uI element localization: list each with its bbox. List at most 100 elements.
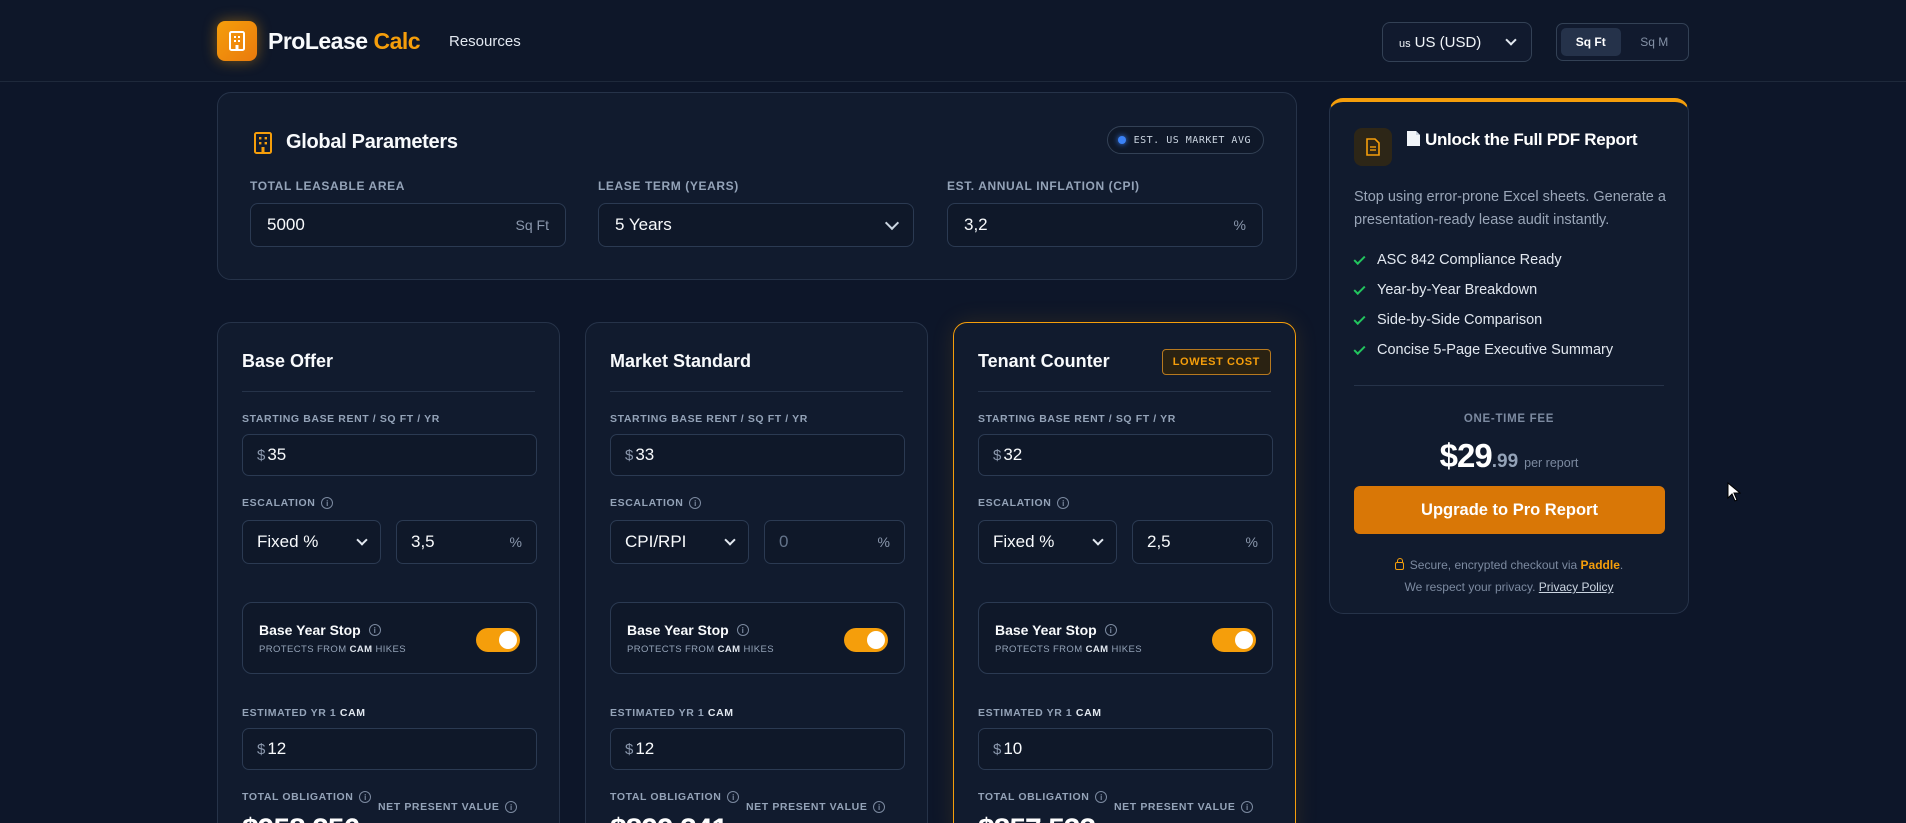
base-year-stop-toggle[interactable] [844,628,888,652]
page-icon [1407,131,1420,146]
info-icon[interactable]: i [1095,791,1108,803]
cam-label: ESTIMATED YR 1 CAM [610,707,734,719]
base-year-stop-box: Base Year Stop i PROTECTS FROM CAM HIKES [242,602,537,674]
cpi-input[interactable]: 3,2% [947,203,1263,247]
starting-rent-input[interactable]: $32 [978,434,1273,476]
lowest-cost-badge: LOWEST COST [1161,349,1271,375]
us-flag-icon: us [1399,37,1411,50]
cam-input[interactable]: $12 [242,728,537,770]
area-input[interactable]: 5000 Sq Ft [250,203,566,247]
info-icon[interactable]: i [505,801,518,813]
total-obligation-value: $857,533 [978,813,1096,823]
chevron-down-icon [1092,534,1104,546]
divider [1354,385,1664,386]
total-obligation-value: $899,341 [610,813,728,823]
feature-item: Concise 5-Page Executive Summary [1353,342,1613,358]
base-year-stop-title: Base Year Stop i [995,622,1117,638]
check-icon [1353,312,1366,325]
area-label: TOTAL LEASABLE AREA [250,179,405,193]
check-icon [1353,252,1366,265]
privacy-policy-link[interactable]: Privacy Policy [1539,580,1614,594]
unit-sqm-button[interactable]: Sq M [1625,28,1685,56]
info-icon[interactable]: i [1057,497,1070,509]
npv-label: NET PRESENT VALUE i [378,801,518,813]
starting-rent-input[interactable]: $35 [242,434,537,476]
chevron-down-icon [884,215,900,230]
cam-label: ESTIMATED YR 1 CAM [242,707,366,719]
unit-sqft-button[interactable]: Sq Ft [1561,28,1621,56]
info-icon[interactable]: i [736,624,749,636]
escalation-label: ESCALATION i [610,497,702,509]
building-icon [254,132,272,154]
offer-title: Base Offer [242,351,334,371]
pdf-upsell-panel: Unlock the Full PDF Report Stop using er… [1329,98,1689,614]
brand-name[interactable]: ProLease Calc [268,28,421,55]
base-year-stop-title: Base Year Stop i [259,622,381,638]
upgrade-button[interactable]: Upgrade to Pro Report [1354,486,1665,534]
toggle-knob [867,631,885,649]
escalation-type-select[interactable]: Fixed % [242,520,381,564]
info-icon[interactable]: i [368,624,381,636]
npv-label: NET PRESENT VALUE i [1114,801,1254,813]
npv-label: NET PRESENT VALUE i [746,801,886,813]
escalation-type-select[interactable]: CPI/RPI [610,520,749,564]
info-icon[interactable]: i [321,497,334,509]
base-year-stop-title: Base Year Stop i [627,622,749,638]
chevron-down-icon [1505,34,1517,46]
currency-select[interactable]: us US (USD) [1382,22,1532,62]
top-header: ProLease Calc Resources us US (USD) Sq Ft… [0,0,1906,82]
paddle-link[interactable]: Paddle [1581,558,1620,572]
feature-item: ASC 842 Compliance Ready [1353,252,1562,268]
escalation-label: ESCALATION i [242,497,334,509]
lock-icon [1394,557,1404,570]
info-icon[interactable]: i [727,791,740,803]
offer-title: Tenant Counter [978,351,1110,371]
nav-resources-link[interactable]: Resources [449,33,521,50]
cam-input[interactable]: $12 [610,728,905,770]
escalation-rate-input[interactable]: 3,5% [396,520,537,564]
info-icon[interactable]: i [1104,624,1117,636]
cam-input[interactable]: $10 [978,728,1273,770]
divider [610,391,903,392]
fee-label: ONE-TIME FEE [1463,413,1555,425]
info-icon[interactable]: i [873,801,886,813]
offer-card: Market Standard STARTING BASE RENT / SQ … [585,322,928,823]
chevron-down-icon [356,534,368,546]
unit-toggle: Sq Ft Sq M [1556,23,1689,61]
starting-rent-input[interactable]: $33 [610,434,905,476]
document-icon [1354,128,1392,166]
global-parameters-panel: Global Parameters EST. US MARKET AVG TOT… [217,92,1297,280]
price: $29.99 per report [1439,437,1579,474]
pdf-description: Stop using error-prone Excel sheets. Gen… [1354,189,1666,228]
base-year-stop-subtitle: PROTECTS FROM CAM HIKES [259,644,406,655]
mouse-cursor-icon [1727,482,1741,502]
feature-item: Side-by-Side Comparison [1353,312,1542,328]
divider [978,391,1271,392]
info-icon[interactable]: i [689,497,702,509]
starting-rent-label: STARTING BASE RENT / SQ FT / YR [610,413,808,425]
info-icon[interactable]: i [359,791,372,803]
info-icon[interactable]: i [1241,801,1254,813]
building-logo-icon[interactable] [217,21,257,61]
chevron-down-icon [724,534,736,546]
escalation-type-select[interactable]: Fixed % [978,520,1117,564]
starting-rent-label: STARTING BASE RENT / SQ FT / YR [242,413,440,425]
escalation-label: ESCALATION i [978,497,1070,509]
starting-rent-label: STARTING BASE RENT / SQ FT / YR [978,413,1176,425]
escalation-rate-input[interactable]: 2,5% [1132,520,1273,564]
base-year-stop-box: Base Year Stop i PROTECTS FROM CAM HIKES [610,602,905,674]
term-select[interactable]: 5 Years [598,203,914,247]
total-obligation-label: TOTAL OBLIGATION i [242,791,372,803]
total-obligation-value: $958,256 [242,813,360,823]
global-parameters-title: Global Parameters [286,131,458,153]
base-year-stop-toggle[interactable] [476,628,520,652]
total-obligation-label: TOTAL OBLIGATION i [610,791,740,803]
market-avg-badge: EST. US MARKET AVG [1106,126,1264,154]
escalation-rate-input[interactable]: 0% [764,520,905,564]
feature-item: Year-by-Year Breakdown [1353,282,1537,298]
base-year-stop-toggle[interactable] [1212,628,1256,652]
base-year-stop-box: Base Year Stop i PROTECTS FROM CAM HIKES [978,602,1273,674]
check-icon [1353,282,1366,295]
toggle-knob [499,631,517,649]
check-icon [1353,342,1366,355]
